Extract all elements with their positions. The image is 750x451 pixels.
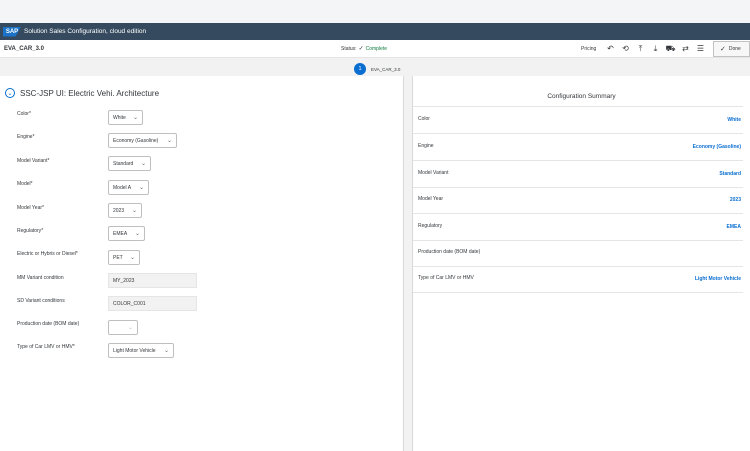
- summary-label-engine: Engine: [418, 143, 434, 149]
- chevron-down-icon: ⌄: [166, 138, 172, 144]
- mm-variant-input[interactable]: MY_2023: [108, 273, 197, 288]
- field-label-engine: Engine*: [17, 134, 35, 140]
- car-icon[interactable]: ⛟: [665, 43, 676, 54]
- production-date-select[interactable]: ⌄: [108, 320, 138, 335]
- download-icon[interactable]: ⤓: [650, 43, 661, 54]
- summary-label-regulatory: Regulatory: [418, 223, 443, 229]
- field-label-regulatory: Regulatory*: [17, 228, 44, 234]
- field-label-mm-variant: MM Variant condition: [17, 275, 64, 281]
- status-label: Status:: [341, 45, 357, 52]
- section-title: SSC-JSP UI: Electric Vehi. Architecture: [20, 88, 160, 98]
- summary-value-regulatory[interactable]: EMEA: [727, 224, 741, 230]
- field-label-color: Color*: [17, 111, 31, 117]
- field-label-model-variant: Model Variant*: [17, 158, 50, 164]
- summary-label-color: Color: [418, 116, 430, 122]
- sap-logo: SAP: [3, 26, 21, 37]
- panel-splitter[interactable]: [403, 76, 413, 451]
- configuration-panel: ⌄ SSC-JSP UI: Electric Vehi. Architectur…: [0, 76, 403, 451]
- summary-label-production-date: Production date (BOM date): [418, 249, 481, 255]
- step-indicator[interactable]: 1: [354, 63, 366, 75]
- pricing-button[interactable]: Pricing: [581, 46, 596, 52]
- toolbar: ↶ ⟲ ⤒ ⤓ ⛟ ⇄ ☰: [605, 43, 706, 54]
- divider: [413, 160, 743, 161]
- section-header: ⌄ SSC-JSP UI: Electric Vehi. Architectur…: [5, 88, 159, 98]
- configuration-summary-panel: Configuration Summary Color White Engine…: [413, 76, 750, 451]
- field-label-car-type: Type of Car LMV or HMV*: [17, 344, 75, 350]
- object-title: EVA_CAR_3.0: [4, 45, 44, 52]
- chevron-down-icon: ⌄: [134, 231, 140, 237]
- summary-value-color[interactable]: White: [727, 117, 741, 123]
- divider: [413, 240, 743, 241]
- chevron-down-icon: ⌄: [163, 348, 169, 354]
- color-select[interactable]: White ⌄: [108, 110, 143, 125]
- upload-icon[interactable]: ⤒: [635, 43, 646, 54]
- chevron-down-icon: ⌄: [140, 161, 146, 167]
- model-select[interactable]: Model A ⌄: [108, 180, 149, 195]
- chevron-down-icon: ⌄: [138, 185, 144, 191]
- summary-value-model-year[interactable]: 2023: [730, 197, 741, 203]
- chevron-down-icon: ⌄: [131, 208, 137, 214]
- browser-bar: [0, 0, 750, 23]
- field-label-model-year: Model Year*: [17, 205, 44, 211]
- chevron-down-icon: ⌄: [127, 325, 133, 331]
- step-bar: 1 EVA_CAR_3.0: [0, 58, 750, 76]
- field-label-production-date: Production date (BOM date): [17, 321, 80, 327]
- divider: [413, 292, 743, 293]
- app-title: Solution Sales Configuration, cloud edit…: [24, 28, 147, 35]
- summary-value-car-type[interactable]: Light Motor Vehicle: [695, 276, 741, 282]
- status: Status: ✓ Complete: [341, 45, 388, 53]
- summary-title: Configuration Summary: [547, 93, 616, 100]
- summary-icon[interactable]: ☰: [695, 43, 706, 54]
- status-value: Complete: [365, 45, 388, 52]
- undo-icon[interactable]: ↶: [605, 43, 616, 54]
- summary-label-car-type: Type of Car LMV or HMV: [418, 275, 474, 281]
- fuel-type-select[interactable]: PET ⌄: [108, 250, 140, 265]
- chevron-down-icon: ⌄: [129, 255, 135, 261]
- model-variant-select[interactable]: Standard ⌄: [108, 156, 151, 171]
- field-label-sd-variant: SD Variant conditions: [17, 298, 65, 304]
- divider: [413, 106, 743, 107]
- summary-value-model-variant[interactable]: Standard: [719, 171, 741, 177]
- divider: [413, 213, 743, 214]
- reset-icon[interactable]: ⟲: [620, 43, 631, 54]
- model-year-select[interactable]: 2023 ⌄: [108, 203, 142, 218]
- check-icon: ✓: [358, 46, 364, 52]
- regulatory-select[interactable]: EMEA ⌄: [108, 226, 145, 241]
- collapse-icon[interactable]: ⌄: [5, 88, 15, 98]
- object-header: EVA_CAR_3.0 Status: ✓ Complete Pricing ↶…: [0, 40, 750, 58]
- chevron-down-icon: ⌄: [132, 115, 138, 121]
- summary-label-model-year: Model Year: [418, 196, 444, 202]
- step-label: EVA_CAR_3.0: [371, 67, 401, 72]
- divider: [413, 187, 743, 188]
- sd-variant-input[interactable]: COLOR_C001: [108, 296, 197, 311]
- summary-value-engine[interactable]: Economy (Gasoline): [693, 144, 741, 150]
- done-label: Done: [728, 46, 741, 52]
- shell-bar: SAP Solution Sales Configuration, cloud …: [0, 23, 750, 40]
- summary-label-model-variant: Model Variant: [418, 170, 449, 176]
- compare-icon[interactable]: ⇄: [680, 43, 691, 54]
- car-type-select[interactable]: Light Motor Vehicle ⌄: [108, 343, 174, 358]
- field-label-fuel-type: Electric or Hybris or Diesel*: [17, 251, 78, 257]
- divider: [413, 133, 743, 134]
- divider: [413, 266, 743, 267]
- done-button[interactable]: ✓ Done: [713, 41, 750, 57]
- field-label-model: Model*: [17, 181, 33, 187]
- engine-select[interactable]: Economy (Gasoline) ⌄: [108, 133, 177, 148]
- check-icon: ✓: [720, 46, 726, 53]
